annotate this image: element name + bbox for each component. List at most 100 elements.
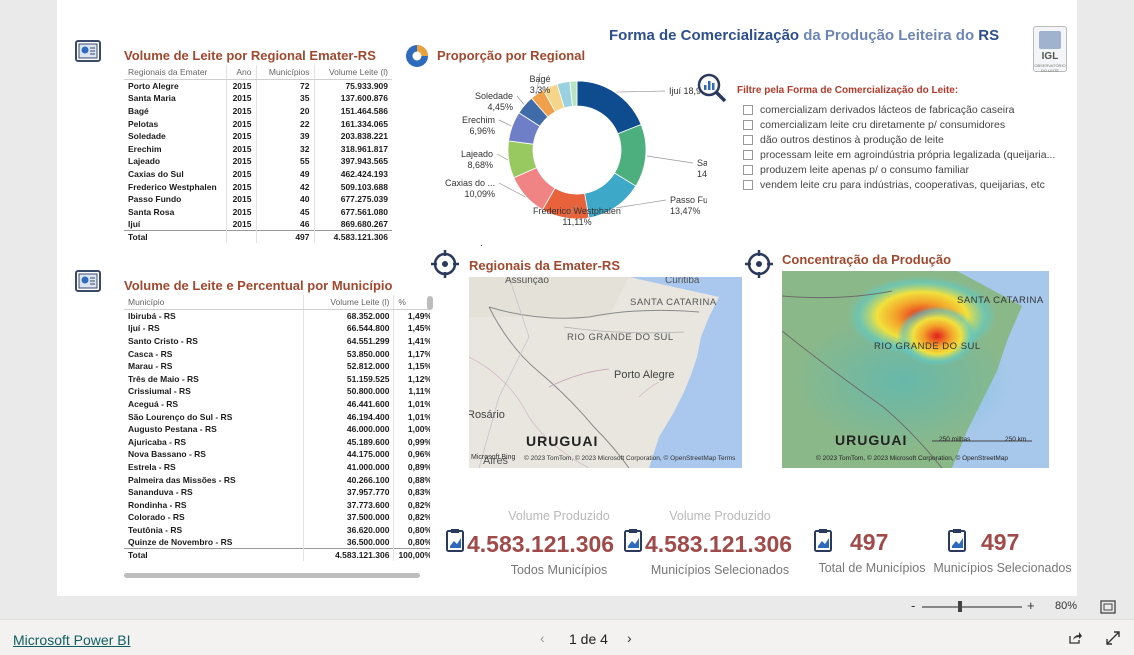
table-row[interactable]: Santa Maria 2015 35 137.600.876 [124,92,392,105]
table-row[interactable]: Caxias do Sul 2015 49 462.424.193 [124,167,392,181]
table-row[interactable]: Teutônia - RS 36.620.000 0,80% [124,523,430,537]
kpi-sub-municipios-selecionados: Municípios Selecionados [650,563,790,577]
column-header[interactable]: Ano [225,65,256,80]
table-row[interactable]: Rondinha - RS 37.773.600 0,82% [124,498,430,511]
regional-table[interactable]: Regionais da Emater Ano Municípios Volume L… [124,65,392,244]
donut-slice[interactable] [576,80,642,135]
table-row[interactable]: Estrela - RS 41.000.000 0,89% [124,460,430,474]
next-page-icon[interactable]: › [627,630,632,646]
table-cell: Marau - RS [128,361,173,372]
checkbox[interactable] [743,119,753,130]
column-header[interactable]: Município [124,295,304,310]
table-row[interactable]: Colorado - RS 37.500.000 0,82% [124,511,430,524]
filter-title: Filtre pela Forma de Comercialização do … [737,85,959,96]
filter-option[interactable]: dão outros destinos à produção de leite [743,132,1055,147]
table-row[interactable]: Erechim 2015 32 318.961.817 [124,142,392,156]
table-row[interactable]: Passo Fundo 2015 40 677.275.039 [124,192,392,206]
table-cell: 46.000.000 [303,422,394,436]
municipio-table[interactable]: Município Volume Leite (l)% Ibirubá - RS 6… [124,295,430,575]
donut-chart[interactable]: Ijuí 18,98%Santa Rosa14,78%Passo Fundo13… [427,68,707,238]
column-header[interactable]: % [393,295,430,310]
table-cell: 462.424.193 [313,167,392,181]
clipboard-chart-icon [947,528,967,557]
table-row[interactable]: Casca - RS 53.850.000 1,17% [124,347,430,360]
checkbox[interactable] [743,149,753,160]
table-cell: 1,15% [393,359,430,373]
vertical-scrollbar[interactable] [427,296,433,310]
table-cell: 100,00% [393,548,430,562]
donut-leader-line [616,90,666,93]
table-row[interactable]: Ajuricaba - RS 45.189.600 0,99% [124,435,430,449]
column-header[interactable]: Volume Leite (l) [303,295,394,310]
table-cell: 39 [255,129,314,143]
table-row[interactable]: Sananduva - RS 37.957.770 0,83% [124,485,430,499]
checkbox[interactable] [743,104,753,115]
table-row[interactable]: Augusto Pestana - RS 46.000.000 1,00% [124,422,430,436]
checkbox[interactable] [743,179,753,190]
checkbox[interactable] [743,164,753,175]
filter-option-label: produzem leite apenas p/ o consumo famil… [760,163,969,176]
column-header[interactable]: Volume Leite (l) [313,65,392,80]
share-icon[interactable] [1067,631,1082,650]
table-cell: Ijuí - RS [128,323,160,334]
map2-attribution[interactable]: © 2023 TomTom, © 2023 Microsoft Corporat… [816,455,1008,462]
table-cell: 68.352.000 [303,309,394,323]
table-cell: 41.000.000 [303,460,394,474]
table-row[interactable]: Ibirubá - RS 68.352.000 1,49% [124,309,430,323]
fit-to-page-icon[interactable] [1100,600,1116,619]
map-attribution[interactable]: © 2023 TomTom, © 2023 Microsoft Corporat… [524,455,735,462]
prev-page-icon[interactable]: ‹ [540,630,545,646]
table-row[interactable]: Frederico Westphalen 2015 42 509.103.688 [124,180,392,193]
table-row[interactable]: Bagé 2015 20 151.464.586 [124,104,392,118]
table-cell: Pelotas [128,118,159,129]
table-cell: 497 [255,230,314,244]
table-row[interactable]: Santo Cristo - RS 64.551.299 1,41% [124,334,430,348]
zoom-in-button[interactable]: + [1027,598,1035,613]
zoom-slider-thumb[interactable] [958,601,962,612]
powerbi-link[interactable]: Microsoft Power BI [13,632,130,648]
filter-option[interactable]: comercializam leite cru diretamente p/ c… [743,117,1055,132]
table-cell: Total [124,230,226,244]
zoom-slider-track[interactable] [922,606,1022,608]
filter-option[interactable]: processam leite em agroindústria própria… [743,147,1055,162]
table-row[interactable]: Ijuí - RS 66.544.800 1,45% [124,322,430,335]
horizontal-scrollbar[interactable] [124,573,420,578]
regionais-map[interactable]: Assunção Curitiba SANTA CATARINA RIO GRA… [469,277,742,468]
table-row[interactable]: Porto Alegre 2015 72 75.933.909 [124,79,392,93]
donut-data-label: Passo Fundo13,47% [670,195,707,216]
table-row[interactable]: Aceguá - RS 46.441.600 1,01% [124,397,430,411]
table-cell: 0,80% [393,523,430,537]
table-row[interactable]: Marau - RS 52.812.000 1,15% [124,359,430,373]
concentracao-map[interactable]: SANTA CATARINA RIO GRANDE DO SUL URUGUAI… [782,271,1049,468]
table-row[interactable]: Crissiumal - RS 50.800.000 1,11% [124,385,430,398]
table-row[interactable]: Quinze de Novembro - RS 36.500.000 0,80% [124,536,430,549]
filter-option[interactable]: comercializam derivados lácteos de fabri… [743,102,1055,117]
kpi-value-volume-total: 4.583.121.306 [467,531,615,557]
table-row[interactable]: Palmeira das Missões - RS 40.266.100 0,88% [124,473,430,486]
table-row[interactable]: Ijuí 2015 46 869.680.267 [124,218,392,231]
table-cell: 1,17% [393,347,430,360]
table-row[interactable]: Três de Maio - RS 51.159.525 1,12% [124,372,430,386]
fullscreen-icon[interactable] [1106,631,1120,650]
table-cell: 2015 [225,180,256,193]
table-row[interactable]: Santa Rosa 2015 45 677.561.080 [124,205,392,219]
table-row[interactable]: Soledade 2015 39 203.838.221 [124,129,392,143]
bing-logo: Microsoft Bing [471,454,516,461]
filter-option[interactable]: produzem leite apenas p/ o consumo famil… [743,162,1055,177]
table-row[interactable]: Nova Bassano - RS 44.175.000 0,96% [124,448,430,461]
table-cell: 1,01% [393,397,430,411]
filter-slicer[interactable]: comercializam derivados lácteos de fabri… [743,102,1055,192]
column-header[interactable]: Municípios [255,65,314,80]
donut-data-label: Soledade 4,45% [475,91,513,112]
table-cell: Três de Maio - RS [128,373,199,384]
table-row[interactable]: Lajeado 2015 55 397.943.565 [124,155,392,168]
table-row[interactable]: São Lourenço do Sul - RS 46.194.400 1,01% [124,410,430,423]
column-header[interactable]: Regionais da Emater [124,65,226,80]
map2-label-uruguai: URUGUAI [835,432,908,448]
filter-option[interactable]: vendem leite cru para indústrias, cooper… [743,177,1055,192]
table-row[interactable]: Pelotas 2015 22 161.334.065 [124,117,392,130]
zoom-out-button[interactable]: - [911,598,915,613]
clipboard-chart-icon [813,528,833,557]
table-cell: 1,41% [393,334,430,348]
checkbox[interactable] [743,134,753,145]
